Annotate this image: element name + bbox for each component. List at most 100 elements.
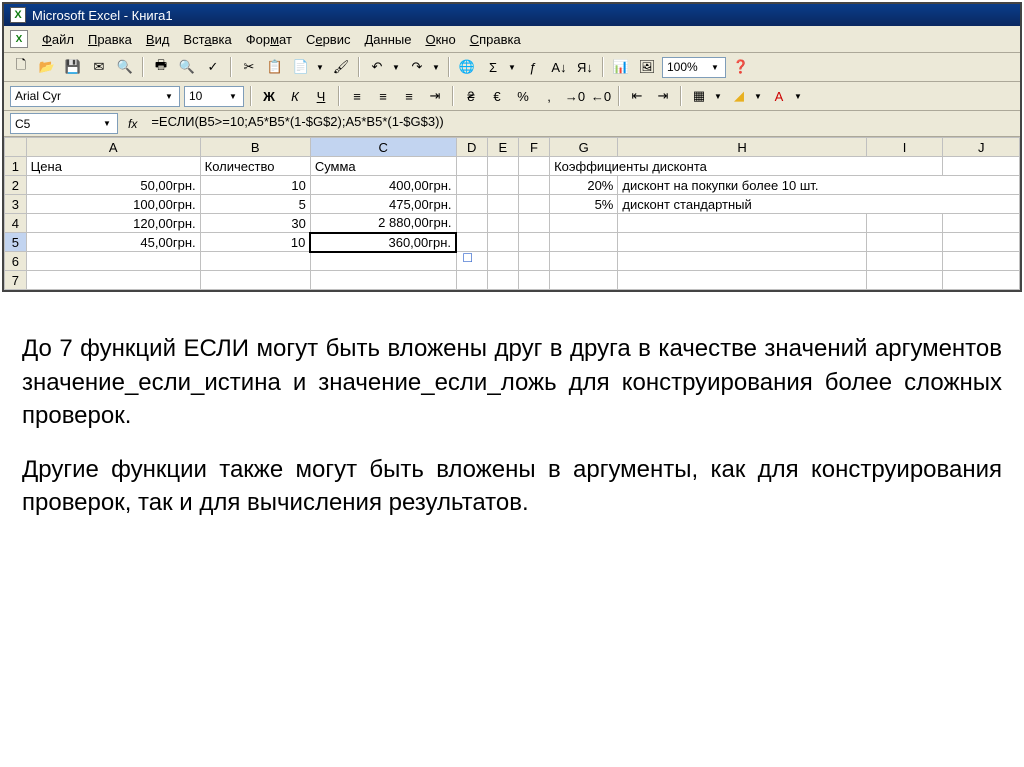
cell[interactable] xyxy=(456,176,487,195)
cell[interactable]: Коэффициенты дисконта xyxy=(550,157,943,176)
cell[interactable] xyxy=(866,252,943,271)
cell[interactable] xyxy=(456,195,487,214)
sort-asc-icon[interactable]: A↓ xyxy=(548,56,570,78)
col-header-E[interactable]: E xyxy=(487,138,518,157)
redo-icon[interactable]: ↷ xyxy=(406,56,428,78)
doc-icon[interactable]: X xyxy=(10,30,28,48)
cell[interactable] xyxy=(618,271,866,290)
font-size-input[interactable]: ▼ xyxy=(184,86,244,107)
col-header-F[interactable]: F xyxy=(518,138,549,157)
cell[interactable] xyxy=(518,214,549,233)
borders-dropdown[interactable]: ▼ xyxy=(714,92,724,101)
cell[interactable] xyxy=(550,233,618,252)
col-header-B[interactable]: B xyxy=(200,138,310,157)
cell[interactable] xyxy=(866,271,943,290)
euro-icon[interactable]: € xyxy=(486,85,508,107)
cell[interactable]: 475,00грн. xyxy=(310,195,456,214)
autosum-dropdown[interactable]: ▼ xyxy=(508,63,518,72)
cell[interactable] xyxy=(518,271,549,290)
row-header[interactable]: 5 xyxy=(5,233,27,252)
cell[interactable]: дисконт стандартный xyxy=(618,195,1020,214)
cell[interactable] xyxy=(310,252,456,271)
font-color-icon[interactable]: A xyxy=(768,85,790,107)
col-header-A[interactable]: A xyxy=(26,138,200,157)
select-all-corner[interactable] xyxy=(5,138,27,157)
cell[interactable] xyxy=(487,233,518,252)
borders-icon[interactable]: ▦ xyxy=(688,85,710,107)
cell[interactable] xyxy=(200,252,310,271)
menu-window[interactable]: Окно xyxy=(425,32,455,47)
increase-decimal-icon[interactable]: →0 xyxy=(564,85,586,107)
cell[interactable] xyxy=(518,233,549,252)
col-header-D[interactable]: D xyxy=(456,138,487,157)
cell[interactable] xyxy=(943,157,1020,176)
row-header[interactable]: 2 xyxy=(5,176,27,195)
cell[interactable]: 5% xyxy=(550,195,618,214)
cell[interactable]: 10 xyxy=(200,176,310,195)
underline-button[interactable]: Ч xyxy=(310,85,332,107)
cell[interactable] xyxy=(26,271,200,290)
cell[interactable]: 20% xyxy=(550,176,618,195)
cell[interactable]: 10 xyxy=(200,233,310,252)
cell[interactable] xyxy=(618,252,866,271)
save-icon[interactable]: 💾 xyxy=(62,56,84,78)
increase-indent-icon[interactable]: ⇥ xyxy=(652,85,674,107)
row-header[interactable]: 4 xyxy=(5,214,27,233)
cell-selected[interactable]: 360,00грн. xyxy=(310,233,456,252)
paste-icon[interactable]: 📄 xyxy=(290,56,312,78)
cell[interactable]: Количество xyxy=(200,157,310,176)
cell[interactable] xyxy=(456,271,487,290)
search-icon[interactable]: 🔍 xyxy=(114,56,136,78)
fill-color-icon[interactable]: ◢ xyxy=(728,85,750,107)
cell[interactable]: 100,00грн. xyxy=(26,195,200,214)
cell[interactable]: 400,00грн. xyxy=(310,176,456,195)
menu-data[interactable]: Данные xyxy=(364,32,411,47)
name-box[interactable]: C5▼ xyxy=(10,113,118,134)
cell[interactable] xyxy=(487,214,518,233)
menu-view[interactable]: Вид xyxy=(146,32,170,47)
hyperlink-icon[interactable]: 🌐 xyxy=(456,56,478,78)
zoom-input[interactable]: ▼ xyxy=(662,57,726,78)
currency-icon[interactable]: ₴ xyxy=(460,85,482,107)
redo-dropdown[interactable]: ▼ xyxy=(432,63,442,72)
autosum-icon[interactable]: Σ xyxy=(482,56,504,78)
drawing-icon[interactable]: 🖼 xyxy=(636,56,658,78)
email-icon[interactable]: ✉ xyxy=(88,56,110,78)
cell[interactable] xyxy=(518,176,549,195)
format-painter-icon[interactable]: 🖌 xyxy=(330,56,352,78)
menu-edit[interactable]: Правка xyxy=(88,32,132,47)
cell[interactable] xyxy=(456,157,487,176)
col-header-H[interactable]: H xyxy=(618,138,866,157)
row-header[interactable]: 6 xyxy=(5,252,27,271)
fill-dropdown[interactable]: ▼ xyxy=(754,92,764,101)
function-icon[interactable]: ƒ xyxy=(522,56,544,78)
cell[interactable]: 45,00грн. xyxy=(26,233,200,252)
cell[interactable] xyxy=(26,252,200,271)
new-icon[interactable]: 🗋 xyxy=(10,56,32,78)
cell[interactable] xyxy=(943,214,1020,233)
cell[interactable] xyxy=(550,252,618,271)
decrease-indent-icon[interactable]: ⇤ xyxy=(626,85,648,107)
formula-input[interactable]: =ЕСЛИ(B5>=10;A5*B5*(1-$G$2);A5*B5*(1-$G$… xyxy=(147,113,1014,134)
row-header[interactable]: 7 xyxy=(5,271,27,290)
align-right-icon[interactable]: ≡ xyxy=(398,85,420,107)
cut-icon[interactable]: ✂ xyxy=(238,56,260,78)
row-header[interactable]: 1 xyxy=(5,157,27,176)
cell[interactable] xyxy=(487,195,518,214)
cell[interactable]: 120,00грн. xyxy=(26,214,200,233)
undo-icon[interactable]: ↶ xyxy=(366,56,388,78)
cell[interactable] xyxy=(943,252,1020,271)
copy-icon[interactable]: 📋 xyxy=(264,56,286,78)
italic-button[interactable]: К xyxy=(284,85,306,107)
cell[interactable] xyxy=(518,157,549,176)
col-header-J[interactable]: J xyxy=(943,138,1020,157)
cell[interactable]: Цена xyxy=(26,157,200,176)
fx-label[interactable]: fx xyxy=(128,117,137,131)
chart-icon[interactable]: 📊 xyxy=(610,56,632,78)
cell[interactable] xyxy=(618,214,866,233)
col-header-G[interactable]: G xyxy=(550,138,618,157)
col-header-I[interactable]: I xyxy=(866,138,943,157)
decrease-decimal-icon[interactable]: ←0 xyxy=(590,85,612,107)
cell[interactable] xyxy=(550,214,618,233)
cell[interactable]: дисконт на покупки более 10 шт. xyxy=(618,176,1020,195)
